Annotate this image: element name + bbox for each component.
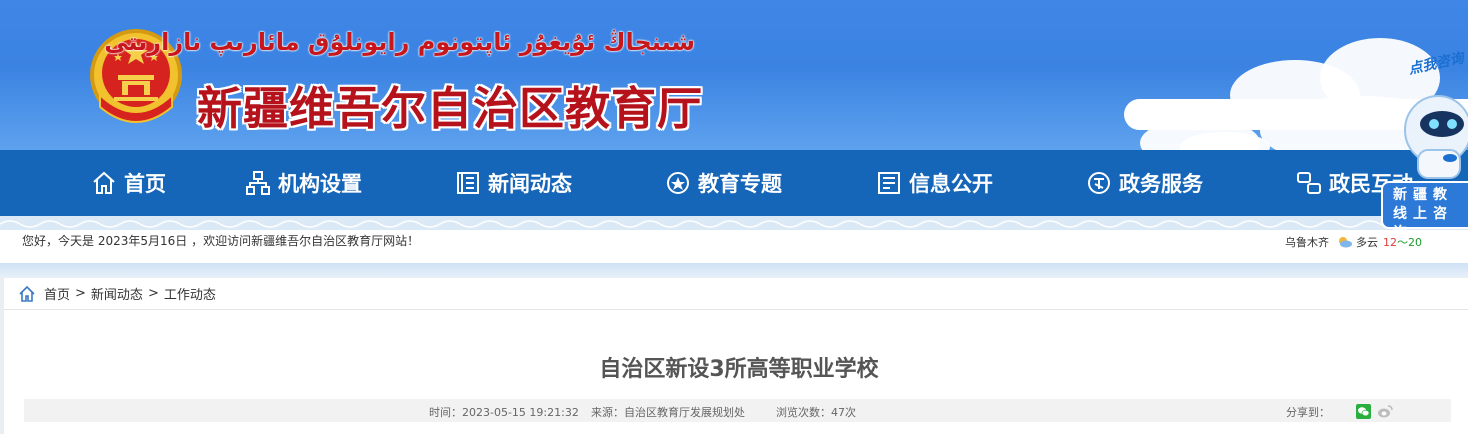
- nav-item-home[interactable]: 首页: [91, 150, 166, 216]
- decorative-band: [0, 263, 1468, 277]
- breadcrumb-separator: >: [147, 286, 159, 301]
- welcome-message: 您好，今天是 2023年5月16日 ，欢迎访问新疆维吾尔自治区教育厅网站！: [22, 234, 420, 248]
- nav-item-label: 教育专题: [698, 172, 782, 196]
- weather-condition: 多云: [1356, 236, 1378, 249]
- nav-item-label: 首页: [124, 172, 166, 196]
- online-consult-line1: 新疆教: [1393, 187, 1453, 203]
- topic-icon: [667, 172, 689, 194]
- site-title-uyghur: شىنجاڭ ئۇيغۇر ئاپتونوم رايونلۇق مائارىپ …: [104, 28, 695, 56]
- breadcrumb-home[interactable]: 首页: [44, 284, 70, 303]
- online-consult-line2: 线上咨询: [1393, 206, 1453, 241]
- breadcrumb-separator: >: [75, 286, 86, 301]
- cloudy-weather-icon: [1339, 237, 1352, 248]
- weibo-share-icon[interactable]: [1377, 404, 1393, 419]
- gov-icon: [1088, 172, 1110, 194]
- interaction-icon: [1297, 172, 1321, 194]
- article-source: 来源：自治区教育厅发展规划处: [591, 406, 745, 419]
- news-icon: [457, 172, 479, 194]
- nav-item-gov-services[interactable]: 政务服务: [1086, 150, 1203, 216]
- breadcrumb: 首页 > 新闻动态 > 工作动态: [18, 284, 221, 303]
- site-title-chinese: 新疆维吾尔自治区教育厅: [197, 82, 704, 135]
- breadcrumb-news[interactable]: 新闻动态: [91, 284, 143, 303]
- main-nav: 首页 机构设置 新闻动态 教育专题 信息公开 政务服务 政民互动: [0, 150, 1468, 216]
- article-views: 浏览次数：47次: [776, 406, 856, 419]
- home-icon[interactable]: [18, 285, 36, 303]
- info-icon: [878, 172, 900, 194]
- nav-item-info-disclosure[interactable]: 信息公开: [876, 150, 993, 216]
- weather-city: 乌鲁木齐: [1285, 236, 1329, 249]
- nav-item-label: 信息公开: [909, 172, 993, 196]
- nav-item-label: 机构设置: [278, 172, 362, 196]
- article-time: 时间：2023-05-15 19:21:32: [429, 406, 579, 419]
- article-title: 自治区新设3所高等职业学校: [599, 357, 879, 382]
- org-chart-icon: [246, 171, 270, 195]
- wechat-share-icon[interactable]: [1356, 404, 1371, 419]
- nav-item-label: 政务服务: [1119, 172, 1203, 196]
- wave-divider: [0, 216, 1468, 230]
- online-consult-button[interactable]: 新疆教 线上咨询: [1381, 181, 1468, 241]
- home-icon: [93, 171, 115, 194]
- nav-item-education-topics[interactable]: 教育专题: [665, 150, 782, 216]
- robot-assistant-icon[interactable]: [1398, 84, 1468, 194]
- breadcrumb-divider: [4, 309, 1468, 310]
- breadcrumb-work-news[interactable]: 工作动态: [164, 284, 216, 303]
- share-label: 分享到：: [1286, 406, 1330, 419]
- nav-item-label: 新闻动态: [488, 172, 572, 196]
- nav-item-news[interactable]: 新闻动态: [455, 150, 572, 216]
- nav-item-organization[interactable]: 机构设置: [245, 150, 362, 216]
